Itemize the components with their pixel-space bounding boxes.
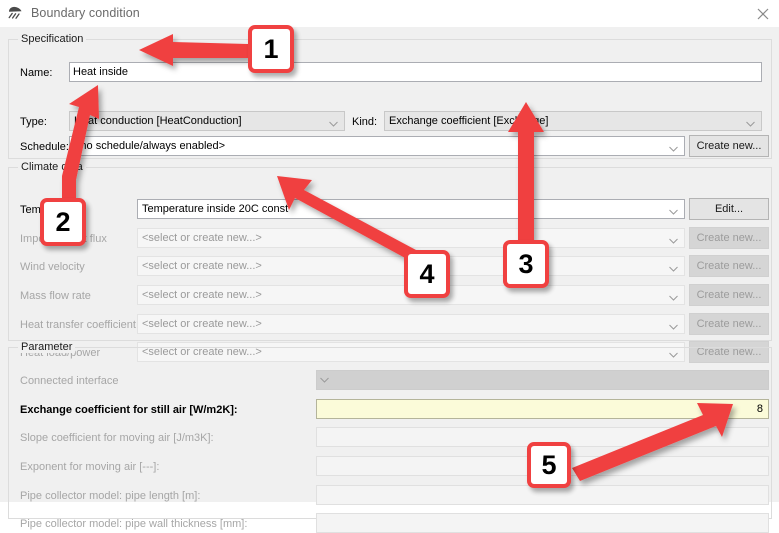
- chevron-down-icon: [669, 263, 678, 272]
- chevron-down-icon: [669, 292, 678, 301]
- schedule-combo-value: <no schedule/always enabled>: [74, 140, 226, 152]
- parameter-label-pipe-collector-model-pipe-wall-thickness-mm: Pipe collector model: pipe wall thicknes…: [20, 518, 248, 530]
- schedule-label: Schedule:: [20, 141, 69, 153]
- kind-combo-value: Exchange coefficient [Exchange]: [389, 115, 549, 127]
- name-input[interactable]: Heat inside: [69, 62, 762, 82]
- climate-combo-value-mass-flow-rate: <select or create new...>: [142, 289, 262, 301]
- schedule-create-new-label: Create new...: [696, 140, 762, 152]
- name-input-value: Heat inside: [73, 66, 129, 78]
- parameter-label-exchange-coefficient-for-still-air-w-m2k: Exchange coefficient for still air [W/m2…: [20, 404, 238, 416]
- climate-label-wind-velocity: Wind velocity: [20, 261, 85, 273]
- climate-label-imposed-heat-flux: Imposed heat flux: [20, 233, 107, 245]
- climate-label-temperature: Temperature: [20, 204, 82, 216]
- climate-combo-value-temperature: Temperature inside 20C const: [142, 203, 289, 215]
- climate-button-imposed-heat-flux: Create new...: [689, 227, 769, 249]
- chevron-down-icon: [320, 374, 329, 386]
- kind-combo[interactable]: Exchange coefficient [Exchange]: [384, 111, 762, 131]
- climate-button-label-wind-velocity: Create new...: [696, 260, 762, 272]
- climate-label-heat-transfer-coefficient: Heat transfer coefficient: [20, 319, 136, 331]
- schedule-create-new-button[interactable]: Create new...: [689, 135, 769, 157]
- climate-button-wind-velocity: Create new...: [689, 255, 769, 277]
- parameter-input-exponent-for-moving-air: [316, 456, 769, 476]
- chevron-down-icon: [746, 118, 755, 127]
- type-combo[interactable]: Heat conduction [HeatConduction]: [69, 111, 345, 131]
- window-title: Boundary condition: [31, 6, 140, 20]
- chevron-down-icon: [669, 321, 678, 330]
- close-icon[interactable]: [751, 3, 775, 25]
- climate-combo-imposed-heat-flux: <select or create new...>: [137, 228, 685, 248]
- climate-combo-value-heat-transfer-coefficient: <select or create new...>: [142, 318, 262, 330]
- parameter-input-pipe-collector-model-pipe-length-m: [316, 485, 769, 505]
- parameter-value-exchange-coefficient-for-still-air-w-m2k: 8: [756, 403, 763, 415]
- specification-group-title: Specification: [18, 33, 87, 45]
- climate-combo-value-wind-velocity: <select or create new...>: [142, 260, 262, 272]
- chevron-down-icon: [669, 206, 678, 215]
- parameter-input-exchange-coefficient-for-still-air-w-m2k[interactable]: 8: [316, 399, 769, 419]
- window-title-bar: Boundary condition: [0, 0, 779, 28]
- parameter-label-connected-interface: Connected interface: [20, 375, 119, 387]
- climate-button-label-imposed-heat-flux: Create new...: [696, 232, 762, 244]
- name-label: Name:: [20, 67, 53, 79]
- climate-button-label-mass-flow-rate: Create new...: [696, 289, 762, 301]
- rain-cloud-icon: [6, 4, 26, 22]
- climate-button-heat-transfer-coefficient: Create new...: [689, 313, 769, 335]
- chevron-down-icon: [669, 235, 678, 244]
- parameter-label-slope-coefficient-for-moving-air-j-m3k: Slope coefficient for moving air [J/m3K]…: [20, 432, 214, 444]
- climate-data-group-title: Climate data: [18, 161, 86, 173]
- type-combo-value: Heat conduction [HeatConduction]: [74, 115, 242, 127]
- chevron-down-icon: [329, 118, 338, 127]
- type-label: Type:: [20, 116, 47, 128]
- climate-label-mass-flow-rate: Mass flow rate: [20, 290, 91, 302]
- climate-combo-temperature[interactable]: Temperature inside 20C const: [137, 199, 685, 219]
- climate-button-label-temperature: Edit...: [714, 203, 744, 215]
- climate-button-label-heat-transfer-coefficient: Create new...: [696, 318, 762, 330]
- kind-label: Kind:: [352, 116, 378, 128]
- climate-button-mass-flow-rate: Create new...: [689, 284, 769, 306]
- parameter-group-title: Parameter: [18, 341, 76, 353]
- climate-combo-wind-velocity: <select or create new...>: [137, 256, 685, 276]
- climate-button-temperature[interactable]: Edit...: [689, 198, 769, 220]
- boundary-condition-dialog: Specification Name: Heat inside Type: He…: [0, 27, 779, 533]
- climate-combo-mass-flow-rate: <select or create new...>: [137, 285, 685, 305]
- parameter-input-pipe-collector-model-pipe-wall-thickness-mm: [316, 513, 769, 533]
- schedule-combo[interactable]: <no schedule/always enabled>: [69, 136, 685, 156]
- parameter-label-exponent-for-moving-air: Exponent for moving air [---]:: [20, 461, 160, 473]
- climate-combo-value-imposed-heat-flux: <select or create new...>: [142, 232, 262, 244]
- parameter-input-connected-interface: [316, 370, 769, 390]
- climate-combo-heat-transfer-coefficient: <select or create new...>: [137, 314, 685, 334]
- parameter-label-pipe-collector-model-pipe-length-m: Pipe collector model: pipe length [m]:: [20, 490, 201, 502]
- parameter-input-slope-coefficient-for-moving-air-j-m3k: [316, 427, 769, 447]
- chevron-down-icon: [669, 143, 678, 152]
